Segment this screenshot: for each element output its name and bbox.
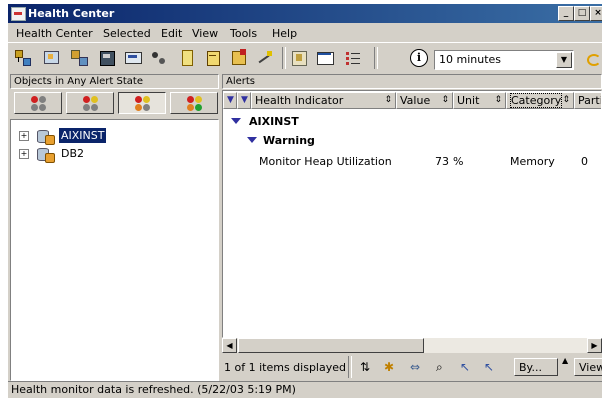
collapse-icon[interactable]	[231, 118, 241, 124]
alarm-icon	[31, 96, 47, 112]
status-bar: Health monitor data is refreshed. (5/22/…	[8, 381, 602, 398]
column-health-indicator[interactable]: Health Indicator ⇕	[251, 92, 396, 109]
book-icon[interactable]	[178, 49, 196, 67]
window-title: Health Center	[28, 7, 115, 20]
health-center-window: Health Center _ □ × Health Center Select…	[8, 4, 602, 398]
menu-tools[interactable]: Tools	[230, 27, 257, 40]
sort-icon: ⇕	[562, 95, 570, 105]
menu-view[interactable]: View	[192, 27, 218, 40]
wizard-icon[interactable]	[256, 49, 274, 67]
scroll-thumb[interactable]	[238, 338, 424, 353]
launchpad-icon[interactable]	[290, 49, 308, 67]
refresh-interval-value: 10 minutes	[439, 53, 502, 66]
close-button[interactable]: ×	[590, 6, 602, 21]
info-icon[interactable]: i	[410, 49, 428, 67]
alarm-filter-button[interactable]	[14, 92, 62, 114]
minimize-button[interactable]: _	[558, 6, 574, 21]
monitor-icon[interactable]	[124, 49, 142, 67]
alerts-footer: 1 of 1 items displayed ⇅ ✱ ⇔ ⌕ ↖ ↖ By...…	[222, 354, 602, 380]
customize-columns-icon[interactable]: ⇔	[410, 358, 428, 376]
menu-bar: Health Center Selected Edit View Tools H…	[8, 24, 602, 42]
toolbar-separator	[282, 47, 286, 69]
chevron-up-icon[interactable]: ▲	[562, 356, 568, 365]
refresh-interval-select[interactable]: 10 minutes ▼	[434, 50, 574, 70]
select-all-icon[interactable]: ↖	[460, 358, 478, 376]
all-states-filter-button[interactable]	[170, 92, 218, 114]
menu-help[interactable]: Help	[272, 27, 297, 40]
column-partition[interactable]: Partiti	[574, 92, 601, 109]
hierarchy-icon[interactable]	[70, 49, 88, 67]
list-icon[interactable]	[344, 49, 362, 67]
alarm-warning-filter-button[interactable]	[66, 92, 114, 114]
instance-warning-icon	[35, 128, 55, 145]
scroll-right-icon[interactable]: ▶	[587, 338, 602, 353]
column-unit[interactable]: Unit ⇕	[453, 92, 506, 109]
column-category[interactable]: Category ⇕	[506, 92, 574, 109]
sort-icon: ⇕	[494, 95, 502, 105]
window-icon[interactable]	[316, 49, 334, 67]
toolbar-separator	[374, 47, 378, 69]
all-states-icon	[187, 96, 203, 112]
collapse-icon[interactable]	[247, 137, 257, 143]
alerts-table: ▼ ▼ Health Indicator ⇕ Value ⇕ Unit ⇕ Categ…	[222, 90, 602, 338]
refresh-icon[interactable]	[584, 49, 602, 67]
items-count: 1 of 1 items displayed	[224, 361, 346, 374]
by-button[interactable]: By...	[514, 358, 558, 376]
alarm-warning-attention-filter-button[interactable]	[118, 92, 166, 114]
tree-item-label: DB2	[61, 147, 85, 160]
severity-group-row[interactable]: Warning	[223, 132, 599, 150]
horizontal-scrollbar[interactable]: ◀ ▶	[222, 338, 602, 353]
alerts-panel-header: Alerts	[222, 74, 602, 89]
column-value[interactable]: Value ⇕	[396, 92, 453, 109]
value-cell: 73	[435, 155, 449, 168]
toolbar: i 10 minutes ▼	[8, 42, 602, 73]
instance-group-row[interactable]: AIXINST	[223, 113, 599, 131]
alarm-warning-icon	[83, 96, 99, 112]
chevron-down-icon[interactable]: ▼	[556, 52, 572, 68]
instance-name: AIXINST	[249, 115, 299, 128]
find-icon[interactable]: ⌕	[436, 358, 454, 376]
sort-icon: ⇕	[384, 95, 392, 105]
unit-cell: %	[453, 155, 464, 168]
sort-icon: ⇕	[441, 95, 449, 105]
database-icon[interactable]	[98, 49, 116, 67]
deselect-all-icon[interactable]: ↖	[484, 358, 502, 376]
footer-separator	[348, 356, 352, 378]
table-row[interactable]: Monitor Heap Utilization 73 % Memory 0	[223, 153, 599, 171]
journal-icon[interactable]	[204, 49, 222, 67]
instance-warning-icon	[35, 146, 55, 163]
expand-icon[interactable]: +	[19, 131, 29, 141]
config-icon[interactable]	[150, 49, 168, 67]
sort-icon[interactable]: ⇅	[360, 358, 378, 376]
menu-edit[interactable]: Edit	[161, 27, 182, 40]
alarm-warning-attention-icon	[135, 96, 151, 112]
health-indicator-cell: Monitor Heap Utilization	[259, 155, 392, 168]
filter-icon[interactable]: ✱	[384, 358, 402, 376]
menu-selected[interactable]: Selected	[103, 27, 151, 40]
tree-icon[interactable]	[14, 49, 32, 67]
objects-panel-header: Objects in Any Alert State	[10, 74, 219, 89]
expand-icon[interactable]: +	[19, 149, 29, 159]
app-icon	[11, 7, 26, 21]
title-bar: Health Center _ □ ×	[8, 4, 602, 23]
view-button[interactable]: View	[574, 358, 602, 376]
sort-desc-button[interactable]: ▼	[223, 92, 237, 109]
severity-label: Warning	[263, 134, 315, 147]
maximize-button[interactable]: □	[574, 6, 590, 21]
menu-health-center[interactable]: Health Center	[16, 27, 93, 40]
alert-state-filter-bar	[10, 90, 219, 118]
category-cell: Memory	[510, 155, 555, 168]
scroll-left-icon[interactable]: ◀	[222, 338, 237, 353]
object-tree: + AIXINST + DB2	[10, 119, 219, 381]
tree-item-label: AIXINST	[59, 128, 107, 143]
sort-asc-button[interactable]: ▼	[237, 92, 251, 109]
check-icon[interactable]	[230, 49, 248, 67]
partition-cell: 0	[581, 155, 588, 168]
network-icon[interactable]	[42, 49, 60, 67]
